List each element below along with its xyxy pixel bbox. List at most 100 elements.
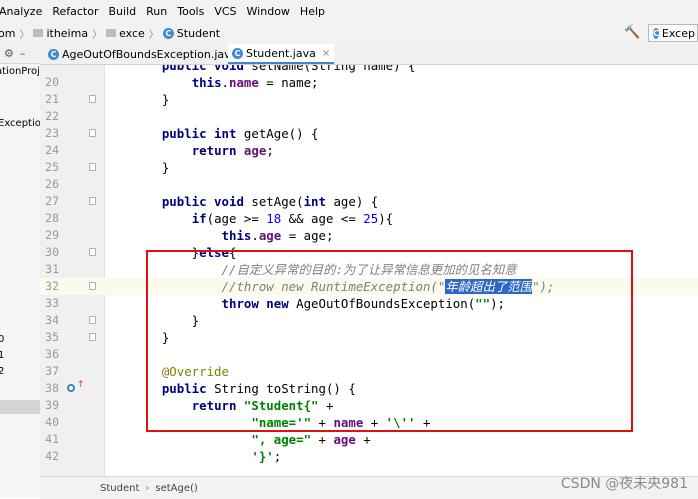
menu-build[interactable]: Build [104, 5, 142, 18]
watermark: CSDN @夜未央981 [560, 476, 688, 492]
line-number: 34 [45, 313, 59, 327]
project-tree-item: 1 [0, 350, 4, 361]
class-icon: C [162, 27, 174, 39]
line-number: 28 [45, 211, 59, 225]
code-text: ", age=" + age + [251, 432, 371, 447]
gear-icon[interactable]: ⚙ [4, 47, 14, 60]
code-editor[interactable]: public void setName(String name) {20 thi… [40, 65, 698, 476]
line-number: 40 [45, 415, 59, 429]
fold-marker-icon[interactable] [89, 282, 96, 290]
code-text: this.name = name; [191, 75, 319, 90]
line-number: 39 [45, 398, 59, 412]
editor-tab-bar: C AgeOutOfBoundsException.java × C Stude… [40, 44, 698, 65]
line-number: 24 [45, 143, 59, 157]
class-icon: C [232, 47, 243, 59]
code-line: 28 if(age >= 18 && age <= 25){ [40, 210, 698, 227]
breadcrumb-item-exce[interactable]: exce [119, 27, 145, 40]
minimize-icon[interactable]: – [20, 47, 26, 60]
menu-help[interactable]: Help [295, 5, 330, 18]
class-icon: C [653, 27, 659, 39]
line-number: 23 [45, 126, 59, 140]
run-configuration-label: Excep [661, 26, 695, 40]
fold-marker-icon[interactable] [89, 95, 96, 103]
line-number: 30 [45, 245, 59, 259]
status-crumb-setage[interactable]: setAge() [155, 483, 197, 494]
code-text: if(age >= 18 && age <= 25){ [191, 211, 394, 226]
chevron-right-icon: 〉 [148, 29, 159, 41]
menu-run[interactable]: Run [141, 5, 172, 18]
breadcrumb: om 〉 itheima 〉 exce 〉 C Student [0, 26, 220, 41]
project-tree-item[interactable]: ationProje [0, 66, 40, 77]
code-line: 27 public void setAge(int age) { [40, 193, 698, 210]
code-text: } [132, 160, 170, 175]
code-text: } [132, 92, 170, 107]
line-number: 25 [45, 160, 59, 174]
project-panel-toolbar: ⚙ – [0, 44, 40, 64]
code-text: public void setName(String name) { [161, 65, 416, 73]
fold-marker-icon[interactable] [89, 197, 96, 205]
tab-label: AgeOutOfBoundsException.java [62, 47, 238, 61]
build-hammer-icon[interactable]: 🔨 [624, 26, 640, 40]
chevron-right-icon: › [145, 482, 150, 494]
code-text: public void setAge(int age) { [161, 194, 379, 209]
line-number: 41 [45, 432, 59, 446]
run-configuration-select[interactable]: C Excep [648, 24, 698, 42]
code-line: 26 [40, 176, 698, 193]
line-number: 32 [45, 279, 59, 293]
code-line: 21 } [40, 91, 698, 108]
menu-bar: Analyze Refactor Build Run Tools VCS Win… [0, 0, 698, 23]
code-text: '}'; [251, 449, 282, 464]
tab-student[interactable]: C Student.java × [228, 44, 335, 64]
fold-marker-icon[interactable] [89, 316, 96, 324]
line-number: 26 [45, 177, 59, 191]
close-icon[interactable]: × [322, 48, 330, 59]
code-line: 41 ", age=" + age + [40, 431, 698, 448]
menu-vcs[interactable]: VCS [209, 5, 241, 18]
project-tree-item: 2 [0, 366, 4, 377]
project-tree-item: 0 [0, 334, 4, 345]
fold-marker-icon[interactable] [89, 248, 96, 256]
fold-marker-icon[interactable] [89, 163, 96, 171]
tab-ageoutofboundsexception[interactable]: C AgeOutOfBoundsException.java × [44, 44, 256, 64]
code-line: 29 this.age = age; [40, 227, 698, 244]
navigation-bar: om 〉 itheima 〉 exce 〉 C Student 🔨 C Exce… [0, 22, 698, 45]
menu-window[interactable]: Window [242, 5, 295, 18]
line-number: 21 [45, 92, 59, 106]
toolbar-right: 🔨 C Excep [624, 22, 698, 44]
project-tree-item[interactable]: Exceptio [0, 118, 40, 129]
project-panel: ⚙ – ationProje Exceptio 0 1 2 [0, 44, 41, 498]
override-icon[interactable] [66, 383, 76, 393]
folder-icon [33, 29, 44, 37]
line-number: 31 [45, 262, 59, 276]
line-number: 36 [45, 347, 59, 361]
folder-icon [106, 29, 117, 37]
code-line: 20 this.name = name; [40, 74, 698, 91]
project-tree-selection [0, 400, 40, 414]
line-number: 37 [45, 364, 59, 378]
code-line: 25 } [40, 159, 698, 176]
menu-refactor[interactable]: Refactor [47, 5, 103, 18]
menu-tools[interactable]: Tools [172, 5, 209, 18]
line-number: 35 [45, 330, 59, 344]
breadcrumb-item-com[interactable]: om [0, 27, 15, 40]
chevron-right-icon: 〉 [19, 29, 30, 41]
line-number: 27 [45, 194, 59, 208]
code-line: public void setName(String name) { [40, 65, 698, 74]
breadcrumb-item-itheima[interactable]: itheima [46, 27, 88, 40]
line-number: 29 [45, 228, 59, 242]
arrow-up-icon: ↑ [77, 380, 85, 390]
tab-label: Student.java [246, 46, 316, 60]
menu-analyze[interactable]: Analyze [0, 5, 47, 18]
status-crumb-student[interactable]: Student [100, 483, 139, 494]
chevron-right-icon: 〉 [92, 29, 103, 41]
breadcrumb-item-student[interactable]: Student [177, 27, 220, 40]
code-text: public int getAge() { [161, 126, 319, 141]
line-number: 22 [45, 109, 59, 123]
highlight-box [146, 250, 633, 432]
line-number: 33 [45, 296, 59, 310]
fold-marker-icon[interactable] [89, 333, 96, 341]
fold-marker-icon[interactable] [89, 129, 96, 137]
code-text: this.age = age; [221, 228, 334, 243]
code-line: 42 '}'; [40, 448, 698, 465]
line-number: 42 [45, 449, 59, 463]
